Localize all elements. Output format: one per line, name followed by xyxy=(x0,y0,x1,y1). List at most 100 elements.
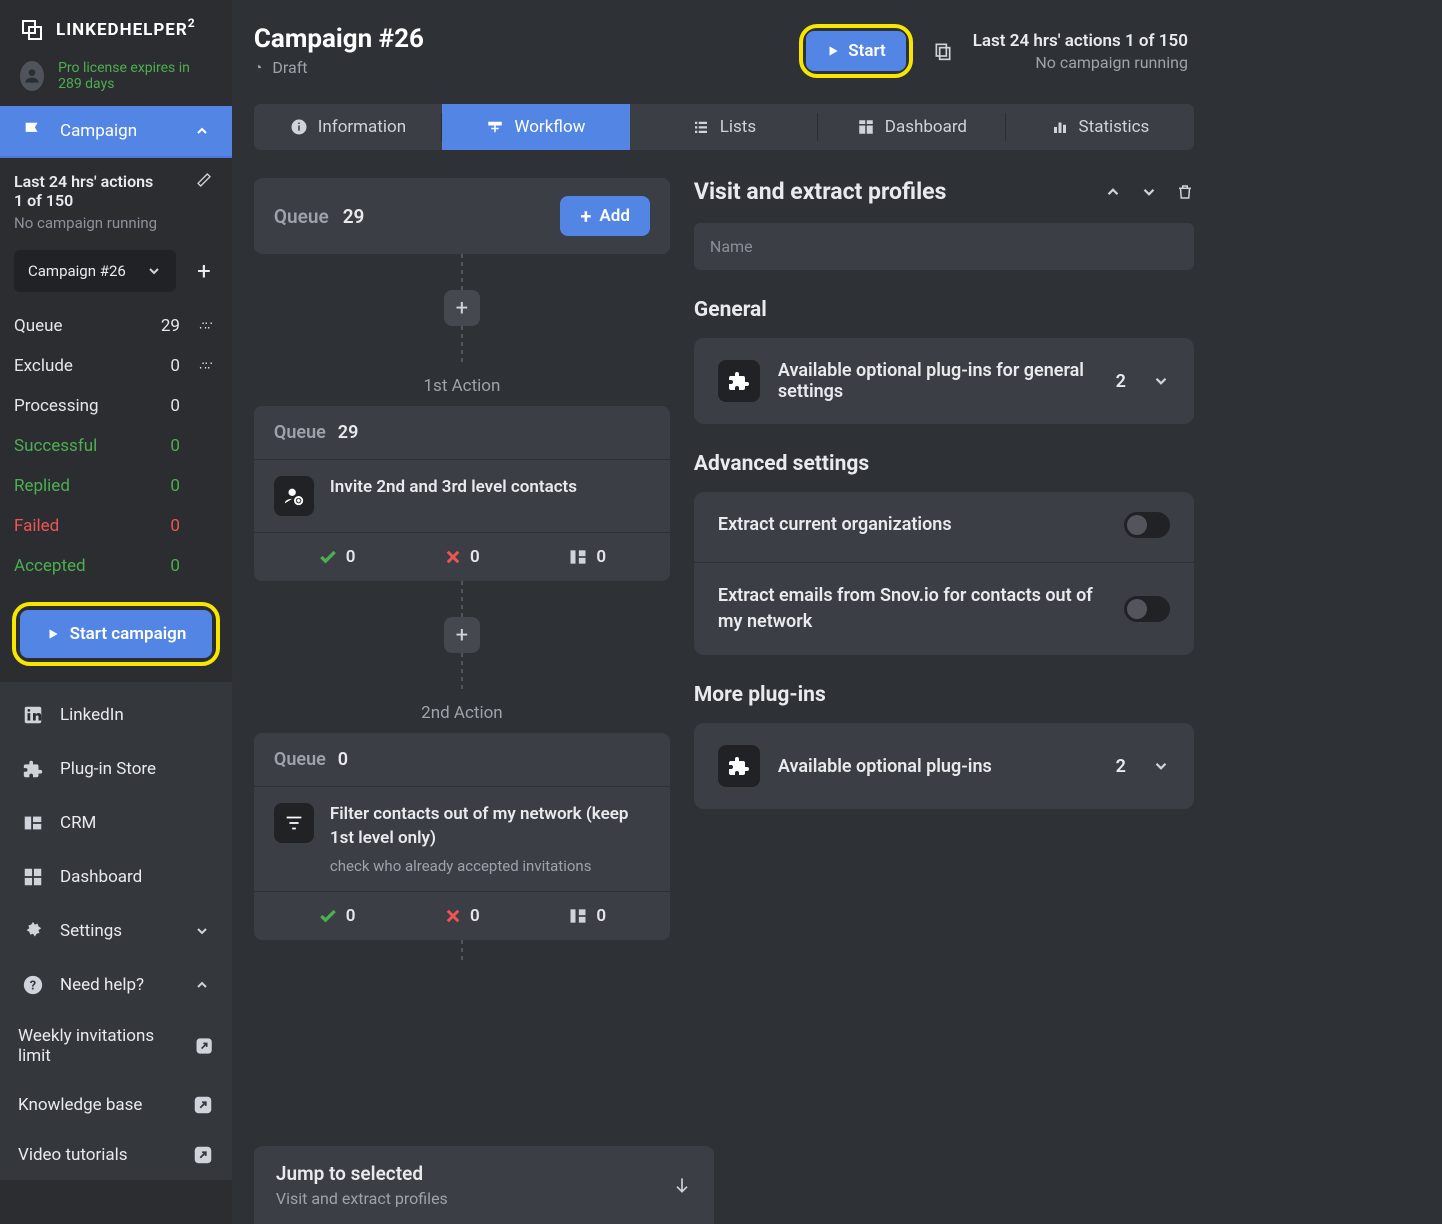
stat-row[interactable]: Queue29∴∵ xyxy=(0,306,232,346)
toggle-extract-orgs-label: Extract current organizations xyxy=(718,512,1124,538)
arrow-down-icon xyxy=(672,1175,692,1195)
action2-title: Filter contacts out of my network (keep … xyxy=(330,803,650,851)
help-item[interactable]: Video tutorials xyxy=(0,1130,232,1180)
action1-queue-value: 29 xyxy=(338,422,359,443)
start-campaign-button[interactable]: Start campaign xyxy=(20,610,212,658)
action2-card[interactable]: Queue 0 Filter contacts out of my networ… xyxy=(254,733,670,940)
action1-title: Invite 2nd and 3rd level contacts xyxy=(330,476,577,500)
external-link-icon xyxy=(192,1094,214,1116)
plugin-general-text: Available optional plug-ins for general … xyxy=(778,360,1098,402)
stat-value: 0 xyxy=(152,356,180,376)
stat-row[interactable]: Accepted0 xyxy=(0,546,232,586)
stat-row[interactable]: Processing0 xyxy=(0,386,232,426)
nav-gear[interactable]: Settings xyxy=(0,904,232,958)
toggle-snov: Extract emails from Snov.io for contacts… xyxy=(694,563,1194,655)
name-input[interactable] xyxy=(694,223,1194,270)
details-title: Visit and extract profiles xyxy=(694,178,946,205)
dots-icon[interactable]: ∴∵ xyxy=(192,359,218,373)
copy-icon[interactable] xyxy=(933,41,953,61)
tab-dashboard[interactable]: Dashboard xyxy=(818,104,1006,150)
stat-label: Successful xyxy=(14,436,152,456)
action2-queue-value: 0 xyxy=(338,749,348,770)
tab-statistics[interactable]: Statistics xyxy=(1006,104,1194,150)
puzzle-icon xyxy=(718,745,760,787)
action1-other: 0 xyxy=(525,547,650,567)
toggle-extract-orgs-switch[interactable] xyxy=(1124,512,1170,538)
stat-value: 0 xyxy=(152,556,180,576)
help-label: Weekly invitations limit xyxy=(18,1026,178,1066)
edit-icon[interactable] xyxy=(196,172,212,188)
header-info-l1: Last 24 hrs' actions 1 of 150 xyxy=(973,31,1188,51)
stat-value: 0 xyxy=(152,476,180,496)
nav-label: Need help? xyxy=(60,975,144,995)
plugin-general-count: 2 xyxy=(1116,371,1126,392)
nav-crm[interactable]: CRM xyxy=(0,796,232,850)
details-header: Visit and extract profiles xyxy=(694,178,1194,205)
add-step-button-2[interactable]: + xyxy=(444,617,480,653)
campaign-select[interactable]: Campaign #26 xyxy=(14,250,176,292)
help-item[interactable]: Knowledge base xyxy=(0,1080,232,1130)
queue-label: Queue xyxy=(274,205,329,228)
license-text: Pro license expires in 289 days xyxy=(58,60,212,92)
action1-success: 0 xyxy=(274,547,399,567)
start-button-label: Start xyxy=(848,41,885,61)
stat-value: 0 xyxy=(152,436,180,456)
plugin-more-count: 2 xyxy=(1116,756,1126,777)
action1-queue-label: Queue xyxy=(274,422,326,443)
external-link-icon xyxy=(194,1035,214,1057)
sidebar-nostat: No campaign running xyxy=(14,214,157,232)
nav-dashboard[interactable]: Dashboard xyxy=(0,850,232,904)
tabbar: InformationWorkflowListsDashboardStatist… xyxy=(254,104,1194,150)
tab-lists[interactable]: Lists xyxy=(630,104,818,150)
plugin-general[interactable]: Available optional plug-ins for general … xyxy=(694,338,1194,424)
crm-icon xyxy=(22,812,44,834)
chevron-up-icon[interactable] xyxy=(1104,183,1122,201)
help-icon: ? xyxy=(22,974,44,996)
toggle-snov-switch[interactable] xyxy=(1124,596,1170,622)
add-button[interactable]: + Add xyxy=(560,196,650,236)
tab-icon xyxy=(1051,118,1069,136)
queue-card[interactable]: Queue 29 + Add xyxy=(254,178,670,254)
tab-icon xyxy=(486,118,504,136)
add-button-label: Add xyxy=(599,206,630,226)
avatar-icon[interactable] xyxy=(20,61,44,91)
nav-linkedin[interactable]: LinkedIn xyxy=(0,688,232,742)
start-button[interactable]: Start xyxy=(806,31,905,71)
add-campaign-button[interactable]: + xyxy=(190,257,218,285)
plugin-more[interactable]: Available optional plug-ins 2 xyxy=(694,723,1194,809)
brand: LINKEDHELPER2 xyxy=(0,0,232,54)
dots-icon[interactable]: ∴∵ xyxy=(192,319,218,333)
license-row: Pro license expires in 289 days xyxy=(0,54,232,106)
nav-label: Settings xyxy=(60,921,122,941)
linkedin-icon xyxy=(22,704,44,726)
brand-text: LINKEDHELPER2 xyxy=(56,20,196,40)
trash-icon[interactable] xyxy=(1176,183,1194,201)
status-label: Draft xyxy=(272,58,307,77)
nav-campaign[interactable]: Campaign xyxy=(0,106,232,158)
nav-help[interactable]: ? Need help? xyxy=(0,958,232,1012)
gear-icon xyxy=(22,920,44,942)
action2-sub: check who already accepted invitations xyxy=(330,857,650,875)
campaign-select-row: Campaign #26 + xyxy=(0,236,232,306)
stat-row[interactable]: Exclude0∴∵ xyxy=(0,346,232,386)
tab-workflow[interactable]: Workflow xyxy=(442,104,630,150)
brand-icon xyxy=(20,18,44,42)
action1-card[interactable]: Queue 29 Invite 2nd and 3rd level contac… xyxy=(254,406,670,581)
stat-value: 29 xyxy=(152,316,180,336)
flow-column: Queue 29 + Add + 1st Action Queue 29 Inv… xyxy=(254,178,670,1224)
header-info-l2: No campaign running xyxy=(973,53,1188,72)
chevron-down-icon[interactable] xyxy=(1140,183,1158,201)
tab-information[interactable]: Information xyxy=(254,104,442,150)
external-link-icon xyxy=(192,1144,214,1166)
chevron-down-icon xyxy=(1152,372,1170,390)
stat-row[interactable]: Successful0 xyxy=(0,426,232,466)
tab-icon xyxy=(692,118,710,136)
add-step-button[interactable]: + xyxy=(444,290,480,326)
jump-card[interactable]: Jump to selected Visit and extract profi… xyxy=(254,1146,714,1224)
start-highlight: Start xyxy=(799,24,912,78)
help-item[interactable]: Weekly invitations limit xyxy=(0,1012,232,1080)
nav-label: Plug-in Store xyxy=(60,759,156,779)
nav-puzzle[interactable]: Plug-in Store xyxy=(0,742,232,796)
stat-row[interactable]: Replied0 xyxy=(0,466,232,506)
stat-row[interactable]: Failed0 xyxy=(0,506,232,546)
